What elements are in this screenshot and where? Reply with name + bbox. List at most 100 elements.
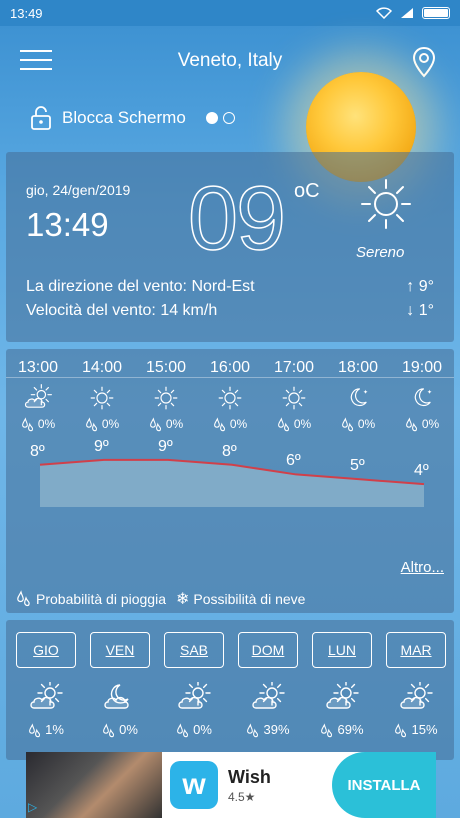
partly-cloudy-icon xyxy=(30,682,63,709)
sun-icon xyxy=(90,386,114,410)
partly-cloudy-icon xyxy=(252,682,285,709)
hourly-time: 14:00 xyxy=(81,359,123,376)
hourly-time: 16:00 xyxy=(209,359,251,376)
current-weather-panel: gio, 24/gen/2019 13:49 09 oC Sereno La d… xyxy=(6,152,454,342)
rain-drop-icon xyxy=(85,417,97,432)
location-pin-icon[interactable] xyxy=(412,46,436,78)
hourly-time: 18:00 xyxy=(337,359,379,376)
daily-rain-chance: 0% xyxy=(90,722,150,739)
weather-condition: Sereno xyxy=(356,244,405,261)
rain-drop-icon xyxy=(247,722,259,737)
daily-rain-value: 69% xyxy=(337,722,364,737)
ad-rating: 4.5★ xyxy=(228,789,256,804)
ad-text: Wish 4.5★ xyxy=(228,767,271,804)
svg-text:✦: ✦ xyxy=(363,389,368,396)
daily-list: GIO 1% VEN 0% SAB 0% DOM 39% LUN 69% MAR 15% xyxy=(16,632,446,739)
hourly-rain-chance: 0% xyxy=(134,417,198,433)
ad-title: Wish xyxy=(228,766,271,787)
battery-icon xyxy=(422,7,450,19)
hourly-temperature: 5º xyxy=(350,457,365,475)
more-link[interactable]: Altro... xyxy=(401,559,444,576)
hourly-temperature: 6º xyxy=(286,452,301,470)
temp-high: ↑ 9° xyxy=(406,278,434,295)
page-indicator xyxy=(205,112,235,124)
partly-cloudy-icon xyxy=(24,384,52,408)
sun-icon xyxy=(154,386,178,410)
rain-drop-icon xyxy=(21,417,33,432)
hourly-item: 17:00 0% xyxy=(262,359,326,433)
hourly-temperature: 9º xyxy=(94,437,109,455)
rain-drop-icon xyxy=(149,417,161,432)
rain-drop-icon xyxy=(17,590,30,607)
ad-banner[interactable]: ▷ w Wish 4.5★ INSTALLA xyxy=(26,752,436,818)
ad-choices-icon[interactable]: ▷ xyxy=(28,800,44,816)
daily-item: MAR 15% xyxy=(386,632,446,739)
hourly-rain-value: 0% xyxy=(165,417,184,432)
partly-cloudy-icon xyxy=(326,682,359,709)
daily-item: DOM 39% xyxy=(238,632,298,739)
hourly-item: 15:00 0% xyxy=(134,359,198,433)
day-button[interactable]: SAB xyxy=(164,632,224,668)
hour-divider xyxy=(6,377,454,378)
daily-rain-chance: 1% xyxy=(16,722,76,739)
hourly-temperature: 8º xyxy=(30,442,45,460)
hourly-rain-chance: 0% xyxy=(6,417,70,433)
status-bar: 13:49 xyxy=(0,0,460,26)
hourly-item: 16:00 0% xyxy=(198,359,262,433)
wish-logo[interactable]: w xyxy=(170,761,218,809)
daily-rain-chance: 0% xyxy=(164,722,224,739)
rain-drop-icon xyxy=(213,417,225,432)
daily-rain-chance: 15% xyxy=(386,722,446,739)
lock-label: Blocca Schermo xyxy=(62,108,186,127)
hourly-rain-value: 0% xyxy=(37,417,56,432)
current-time: 13:49 xyxy=(26,206,109,243)
day-button[interactable]: GIO xyxy=(16,632,76,668)
legend: Probabilità di pioggia ❄ Possibilità di … xyxy=(16,589,305,609)
graph-area xyxy=(40,459,424,507)
hourly-time: 17:00 xyxy=(273,359,315,376)
sun-icon xyxy=(282,386,306,410)
hourly-rain-chance: 0% xyxy=(70,417,134,433)
hourly-time: 19:00 xyxy=(401,359,443,376)
day-button[interactable]: DOM xyxy=(238,632,298,668)
hourly-rain-value: 0% xyxy=(357,417,376,432)
current-date: gio, 24/gen/2019 xyxy=(26,182,131,198)
hourly-time: 13:00 xyxy=(17,359,59,376)
lock-screen-row[interactable]: Blocca Schermo xyxy=(30,105,235,131)
daily-rain-value: 0% xyxy=(193,722,212,737)
status-time: 13:49 xyxy=(10,5,43,21)
day-button[interactable]: MAR xyxy=(386,632,446,668)
location-title[interactable]: Veneto, Italy xyxy=(0,50,460,72)
rain-drop-icon xyxy=(341,417,353,432)
svg-text:✦: ✦ xyxy=(427,389,432,396)
daily-item: VEN 0% xyxy=(90,632,150,739)
daily-rain-value: 0% xyxy=(119,722,138,737)
partly-cloudy-icon xyxy=(400,682,433,709)
snowflake-icon: ❄ xyxy=(175,591,190,608)
daily-rain-value: 15% xyxy=(411,722,438,737)
install-button[interactable]: INSTALLA xyxy=(332,752,436,818)
hourly-rain-value: 0% xyxy=(101,417,120,432)
daily-rain-value: 39% xyxy=(263,722,290,737)
current-temperature: 09 xyxy=(187,169,287,269)
page-dot-active xyxy=(205,112,218,124)
daily-item: SAB 0% xyxy=(164,632,224,739)
rain-drop-icon xyxy=(103,722,115,737)
partly-cloudy-icon xyxy=(178,682,211,709)
hourly-rain-chance: 0% xyxy=(198,417,262,433)
moon-icon: ✦ xyxy=(350,388,368,407)
ad-image[interactable]: ▷ xyxy=(26,752,162,818)
day-button[interactable]: LUN xyxy=(312,632,372,668)
daily-rain-value: 1% xyxy=(45,722,64,737)
rain-drop-icon xyxy=(405,417,417,432)
hourly-forecast-panel[interactable]: 13:00 0% 14:00 0% 15:00 0% 16:00 0% 17:00 0% 18:00… xyxy=(6,349,454,613)
day-button[interactable]: VEN xyxy=(90,632,150,668)
daily-item: LUN 69% xyxy=(312,632,372,739)
hourly-list[interactable]: 13:00 0% 14:00 0% 15:00 0% 16:00 0% 17:00 0% 18:00… xyxy=(6,359,454,433)
hourly-rain-chance: 0% xyxy=(326,417,390,433)
hourly-temperature: 4º xyxy=(414,462,429,480)
moon-cloud-icon xyxy=(104,684,129,709)
legend-snow-label: Possibilità di neve xyxy=(193,591,306,607)
wind-speed: Velocità del vento: 14 km/h xyxy=(26,302,218,319)
hourly-temperature: 9º xyxy=(158,437,173,455)
